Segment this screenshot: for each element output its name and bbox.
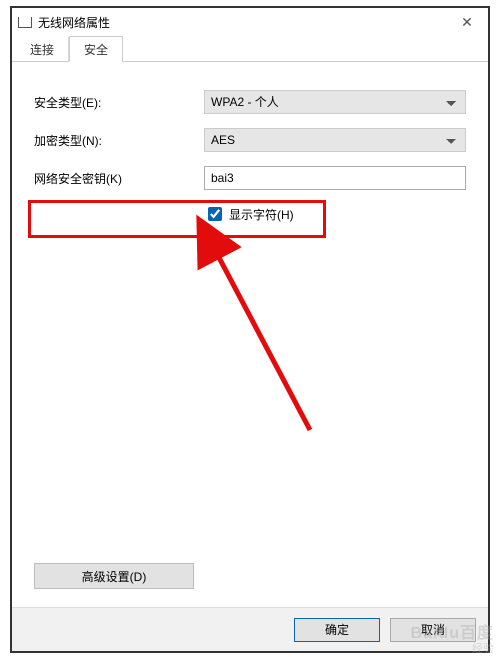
label-network-key: 网络安全密钥(K)	[34, 170, 204, 187]
dialog-footer: 确定 取消	[12, 607, 488, 651]
advanced-settings-button[interactable]: 高级设置(D)	[34, 563, 194, 589]
row-show-characters: 显示字符(H)	[204, 204, 466, 224]
ok-button[interactable]: 确定	[294, 618, 380, 642]
window-title: 无线网络属性	[38, 14, 110, 31]
tab-strip: 连接 安全	[12, 36, 488, 62]
close-icon[interactable]: ✕	[452, 14, 482, 31]
checkbox-show-characters[interactable]	[208, 207, 222, 221]
input-network-key[interactable]	[204, 166, 466, 190]
dialog-window: 无线网络属性 ✕ 连接 安全 安全类型(E): WPA2 - 个人 加密类型(N…	[10, 6, 490, 653]
cancel-button[interactable]: 取消	[390, 618, 476, 642]
row-encryption-type: 加密类型(N): AES	[34, 128, 466, 152]
label-security-type: 安全类型(E):	[34, 94, 204, 111]
tab-content: 安全类型(E): WPA2 - 个人 加密类型(N): AES 网络安全密钥(K…	[12, 62, 488, 607]
window-icon	[18, 17, 32, 28]
tab-connect[interactable]: 连接	[16, 37, 69, 61]
row-network-key: 网络安全密钥(K)	[34, 166, 466, 190]
select-security-type[interactable]: WPA2 - 个人	[204, 90, 466, 114]
label-show-characters: 显示字符(H)	[229, 206, 294, 223]
title-bar: 无线网络属性 ✕	[12, 8, 488, 36]
tab-security[interactable]: 安全	[69, 36, 123, 62]
label-encryption-type: 加密类型(N):	[34, 132, 204, 149]
select-encryption-type[interactable]: AES	[204, 128, 466, 152]
row-security-type: 安全类型(E): WPA2 - 个人	[34, 90, 466, 114]
